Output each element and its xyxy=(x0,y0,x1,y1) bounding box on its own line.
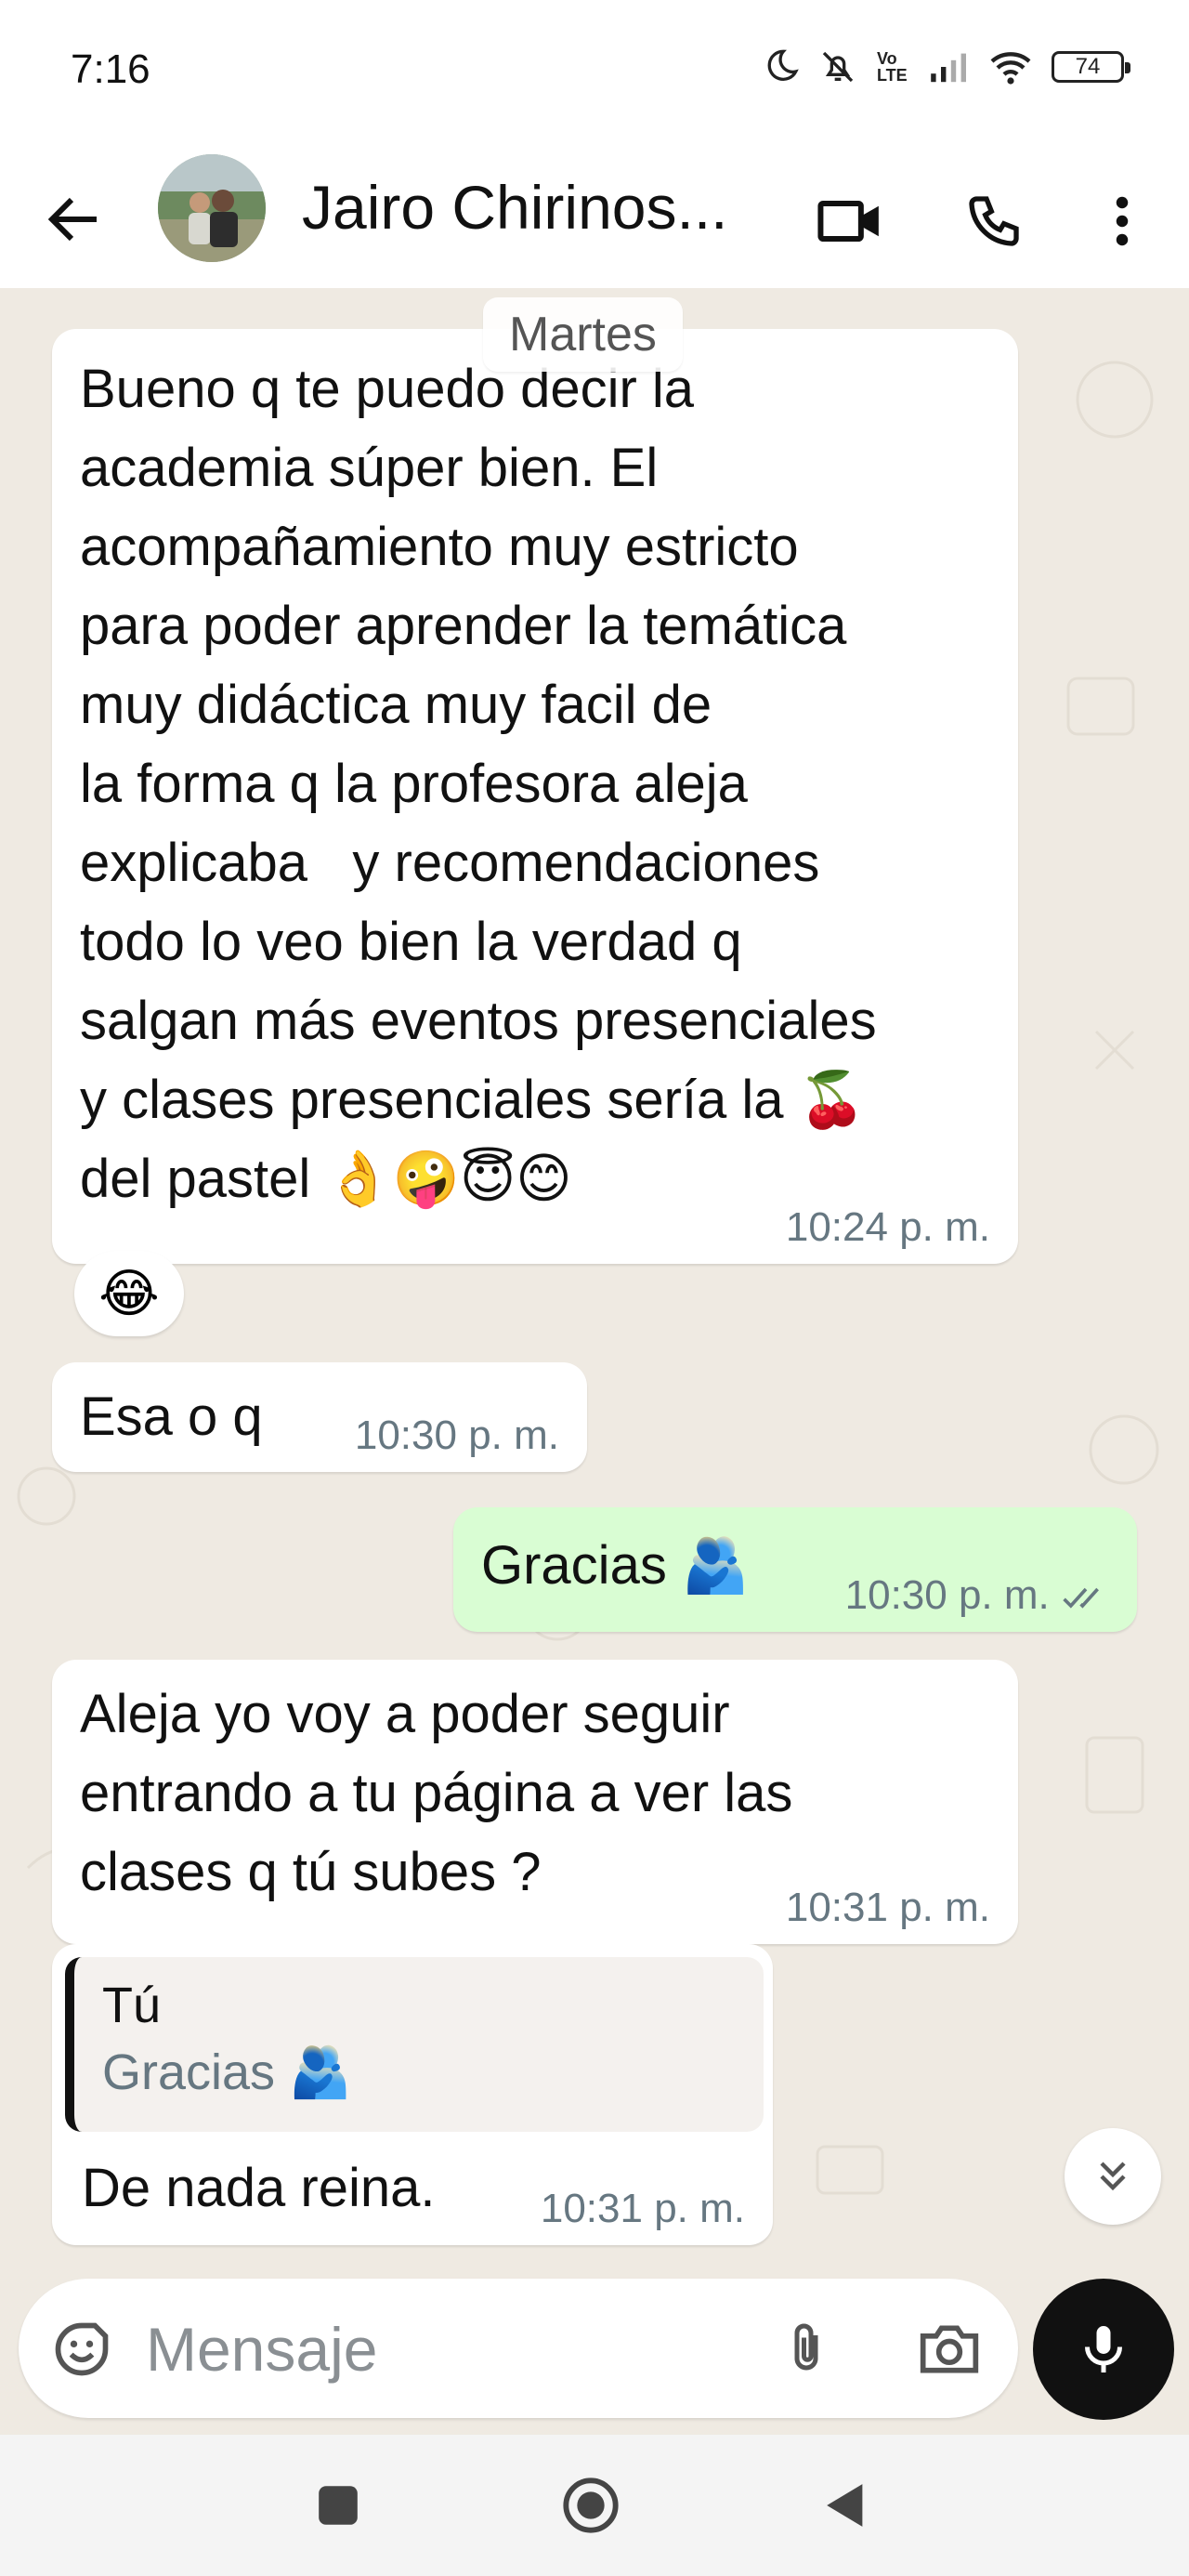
home-circle-icon[interactable] xyxy=(557,2472,624,2539)
message-bubble-incoming[interactable]: Esa o q 10:30 p. m. xyxy=(52,1362,587,1472)
quoted-author: Tú xyxy=(102,1978,162,2033)
battery-indicator: 74 xyxy=(1052,51,1130,83)
avatar[interactable] xyxy=(158,154,266,262)
message-input[interactable] xyxy=(144,2307,779,2392)
phone-icon[interactable] xyxy=(957,184,1031,258)
camera-icon[interactable] xyxy=(916,2316,983,2383)
microphone-button[interactable] xyxy=(1033,2279,1174,2420)
quoted-message[interactable]: Tú Gracias 🫂 xyxy=(65,1957,764,2132)
scroll-to-bottom-button[interactable] xyxy=(1065,2128,1161,2225)
message-timestamp: 10:31 p. m. xyxy=(540,2186,745,2231)
message-timestamp: 10:30 p. m. xyxy=(354,1413,559,1458)
message-time-text: 10:30 p. m. xyxy=(844,1572,1050,1618)
attach-clip-icon[interactable] xyxy=(773,2316,840,2383)
wifi-icon xyxy=(990,52,1031,85)
date-chip: Martes xyxy=(483,297,683,372)
chat-area[interactable]: Bueno q te puedo decir la academia súper… xyxy=(0,288,1189,2286)
message-timestamp: 10:30 p. m. xyxy=(845,1572,1111,1619)
message-timestamp: 10:31 p. m. xyxy=(785,1885,990,1930)
battery-level: 74 xyxy=(1075,54,1101,79)
read-double-check-icon xyxy=(1063,1588,1099,1609)
message-bubble-incoming[interactable]: Aleja yo voy a poder seguir entrando a t… xyxy=(52,1660,1018,1944)
status-icons: Vo LTE 74 xyxy=(762,48,1130,85)
double-chevron-down-icon xyxy=(1100,2162,1126,2191)
volte-label: Vo LTE xyxy=(877,49,908,85)
recents-square-icon[interactable] xyxy=(305,2472,372,2539)
message-timestamp: 10:24 p. m. xyxy=(785,1204,990,1250)
quoted-text: Gracias 🫂 xyxy=(102,2044,352,2100)
message-composer xyxy=(19,2279,1018,2418)
contact-name[interactable]: Jairo Chirinos... xyxy=(302,172,766,243)
muted-bell-icon xyxy=(822,51,854,83)
message-bubble-reply[interactable]: Tú Gracias 🫂 De nada reina. 10:31 p. m. xyxy=(52,1944,773,2245)
message-text: Bueno q te puedo decir la academia súper… xyxy=(80,359,877,1209)
more-options-icon[interactable] xyxy=(1085,184,1159,258)
signal-bars-icon xyxy=(931,53,966,83)
message-bubble-outgoing[interactable]: Gracias 🫂 10:30 p. m. xyxy=(453,1507,1137,1632)
microphone-icon xyxy=(1085,2326,1122,2372)
video-call-icon[interactable] xyxy=(814,184,888,258)
chat-header: Jairo Chirinos... xyxy=(0,149,1189,289)
status-time: 7:16 xyxy=(71,46,150,92)
emoji-sticker-icon[interactable] xyxy=(48,2316,115,2383)
status-bar: 7:16 Vo LTE 74 xyxy=(0,0,1189,149)
back-arrow-icon[interactable] xyxy=(41,186,108,253)
message-bubble-incoming[interactable]: Bueno q te puedo decir la academia súper… xyxy=(52,329,1018,1264)
message-reaction[interactable]: 😂 xyxy=(74,1251,184,1336)
system-navigation-bar xyxy=(0,2435,1189,2576)
message-text: Aleja yo voy a poder seguir entrando a t… xyxy=(80,1684,793,1902)
do-not-disturb-moon-icon xyxy=(767,49,799,81)
back-triangle-icon[interactable] xyxy=(810,2472,877,2539)
message-text: De nada reina. xyxy=(82,2158,436,2218)
